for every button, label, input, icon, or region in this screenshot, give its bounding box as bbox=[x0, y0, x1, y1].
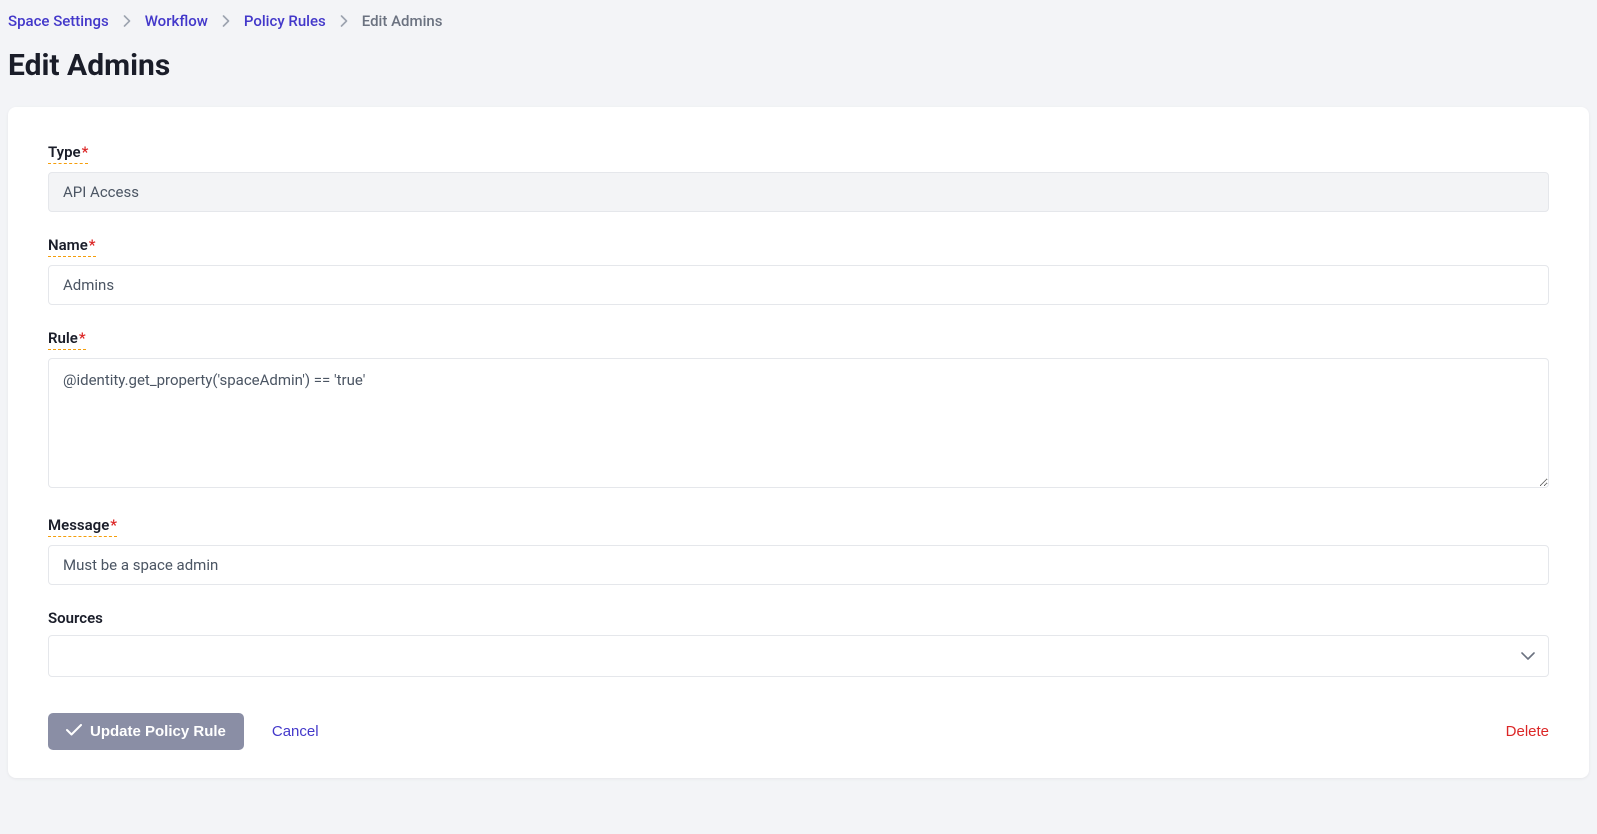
field-type: Type* bbox=[48, 143, 1549, 212]
page-title: Edit Admins bbox=[8, 48, 1589, 83]
chevron-right-icon bbox=[340, 15, 348, 27]
message-label: Message* bbox=[48, 516, 117, 537]
name-label-text: Name bbox=[48, 236, 88, 254]
cancel-button[interactable]: Cancel bbox=[272, 723, 319, 740]
breadcrumb-policy-rules[interactable]: Policy Rules bbox=[244, 12, 326, 30]
field-sources: Sources bbox=[48, 609, 1549, 677]
required-mark: * bbox=[110, 516, 117, 534]
button-row: Update Policy Rule Cancel Delete bbox=[48, 713, 1549, 750]
breadcrumb-current: Edit Admins bbox=[362, 12, 443, 30]
type-label: Type* bbox=[48, 143, 88, 164]
check-icon bbox=[66, 723, 82, 740]
breadcrumb-workflow[interactable]: Workflow bbox=[145, 12, 208, 30]
required-mark: * bbox=[79, 329, 86, 347]
message-label-text: Message bbox=[48, 516, 109, 534]
sources-label: Sources bbox=[48, 609, 103, 627]
required-mark: * bbox=[89, 236, 96, 254]
breadcrumb: Space Settings Workflow Policy Rules Edi… bbox=[8, 8, 1589, 48]
chevron-right-icon bbox=[222, 15, 230, 27]
field-message: Message* bbox=[48, 516, 1549, 585]
breadcrumb-space-settings[interactable]: Space Settings bbox=[8, 12, 109, 30]
type-input bbox=[48, 172, 1549, 212]
name-input[interactable] bbox=[48, 265, 1549, 305]
required-mark: * bbox=[82, 143, 89, 161]
type-label-text: Type bbox=[48, 143, 81, 161]
delete-button[interactable]: Delete bbox=[1506, 723, 1549, 740]
form-card: Type* Name* Rule* Message* Sources bbox=[8, 107, 1589, 778]
rule-label-text: Rule bbox=[48, 329, 78, 347]
rule-textarea[interactable] bbox=[48, 358, 1549, 488]
field-rule: Rule* bbox=[48, 329, 1549, 492]
update-button-label: Update Policy Rule bbox=[90, 723, 226, 740]
sources-select[interactable] bbox=[48, 635, 1549, 677]
rule-label: Rule* bbox=[48, 329, 86, 350]
field-name: Name* bbox=[48, 236, 1549, 305]
name-label: Name* bbox=[48, 236, 96, 257]
update-button[interactable]: Update Policy Rule bbox=[48, 713, 244, 750]
chevron-right-icon bbox=[123, 15, 131, 27]
message-input[interactable] bbox=[48, 545, 1549, 585]
